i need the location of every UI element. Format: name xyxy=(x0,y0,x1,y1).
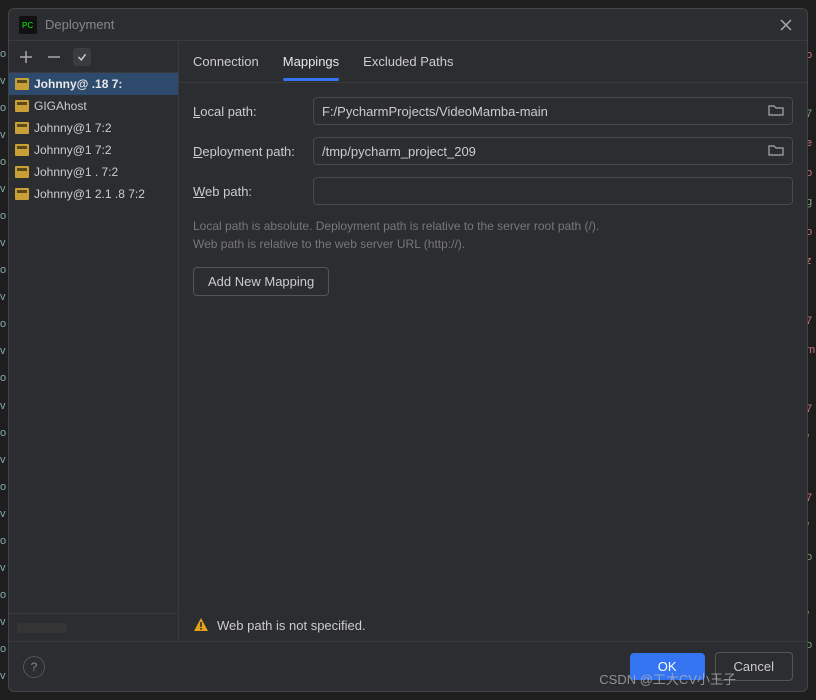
server-icon xyxy=(15,188,29,200)
tabs: Connection Mappings Excluded Paths xyxy=(179,41,807,83)
main-panel: Connection Mappings Excluded Paths Local… xyxy=(179,41,807,641)
deployment-path-value: /tmp/pycharm_project_209 xyxy=(322,144,476,159)
warning-bar: Web path is not specified. xyxy=(179,609,807,641)
local-path-row: Local path: F:/PycharmProjects/VideoMamb… xyxy=(193,97,793,125)
server-item[interactable]: Johnny@1 7:2 xyxy=(9,117,178,139)
server-list[interactable]: Johnny@ .18 7: GIGAhost Johnny@1 7:2 Joh… xyxy=(9,73,178,613)
local-path-value: F:/PycharmProjects/VideoMamba-main xyxy=(322,104,548,119)
set-default-button[interactable] xyxy=(73,48,91,66)
server-item[interactable]: GIGAhost xyxy=(9,95,178,117)
server-label: Johnny@1 7:2 xyxy=(34,143,112,157)
server-label: Johnny@1 7:2 xyxy=(34,121,112,135)
minus-icon xyxy=(47,50,61,64)
path-hint: Local path is absolute. Deployment path … xyxy=(193,217,793,253)
dialog-body: Johnny@ .18 7: GIGAhost Johnny@1 7:2 Joh… xyxy=(9,41,807,641)
sidebar-hint xyxy=(17,623,67,633)
mappings-form: Local path: F:/PycharmProjects/VideoMamb… xyxy=(179,83,807,609)
deployment-path-row: Deployment path: /tmp/pycharm_project_20… xyxy=(193,137,793,165)
local-path-label: Local path: xyxy=(193,104,303,119)
check-icon xyxy=(77,50,87,64)
deployment-path-input[interactable]: /tmp/pycharm_project_209 xyxy=(313,137,793,165)
server-item[interactable]: Johnny@ .18 7: xyxy=(9,73,178,95)
sidebar-footer xyxy=(9,613,178,641)
server-item[interactable]: Johnny@1 7:2 xyxy=(9,139,178,161)
tab-connection[interactable]: Connection xyxy=(193,43,259,80)
plus-icon xyxy=(19,50,33,64)
server-item[interactable]: Johnny@1 . 7:2 xyxy=(9,161,178,183)
close-button[interactable] xyxy=(775,14,797,36)
server-label: Johnny@1 2.1 .8 7:2 xyxy=(34,187,145,201)
browse-local-button[interactable] xyxy=(768,104,784,119)
sidebar-toolbar xyxy=(9,41,178,73)
ok-button[interactable]: OK xyxy=(630,653,705,680)
hint-line1: Local path is absolute. Deployment path … xyxy=(193,217,793,235)
server-icon xyxy=(15,122,29,134)
hint-line2: Web path is relative to the web server U… xyxy=(193,235,793,253)
browse-deployment-button[interactable] xyxy=(768,144,784,159)
folder-icon xyxy=(768,104,784,116)
server-icon xyxy=(15,144,29,156)
tab-mappings[interactable]: Mappings xyxy=(283,43,339,80)
server-icon xyxy=(15,166,29,178)
dialog-footer: ? OK Cancel xyxy=(9,641,807,691)
app-icon: PC xyxy=(19,16,37,34)
titlebar: PC Deployment xyxy=(9,9,807,41)
deployment-path-label: Deployment path: xyxy=(193,144,303,159)
close-icon xyxy=(780,19,792,31)
add-mapping-button[interactable]: Add New Mapping xyxy=(193,267,329,296)
warning-icon xyxy=(193,617,209,633)
cancel-button[interactable]: Cancel xyxy=(715,652,793,681)
tab-excluded-paths[interactable]: Excluded Paths xyxy=(363,43,453,80)
web-path-row: Web path: xyxy=(193,177,793,205)
server-label: GIGAhost xyxy=(34,99,87,113)
server-item[interactable]: Johnny@1 2.1 .8 7:2 xyxy=(9,183,178,205)
deployment-dialog: PC Deployment Johnny@ .18 7: xyxy=(8,8,808,692)
server-label: Johnny@1 . 7:2 xyxy=(34,165,118,179)
local-path-input[interactable]: F:/PycharmProjects/VideoMamba-main xyxy=(313,97,793,125)
server-icon xyxy=(15,100,29,112)
help-button[interactable]: ? xyxy=(23,656,45,678)
web-path-input[interactable] xyxy=(313,177,793,205)
svg-text:PC: PC xyxy=(22,21,33,30)
add-server-button[interactable] xyxy=(17,48,35,66)
web-path-label: Web path: xyxy=(193,184,303,199)
dialog-title: Deployment xyxy=(45,17,114,32)
server-sidebar: Johnny@ .18 7: GIGAhost Johnny@1 7:2 Joh… xyxy=(9,41,179,641)
server-label: Johnny@ .18 7: xyxy=(34,77,122,91)
server-icon xyxy=(15,78,29,90)
folder-icon xyxy=(768,144,784,156)
warning-text: Web path is not specified. xyxy=(217,618,366,633)
remove-server-button[interactable] xyxy=(45,48,63,66)
